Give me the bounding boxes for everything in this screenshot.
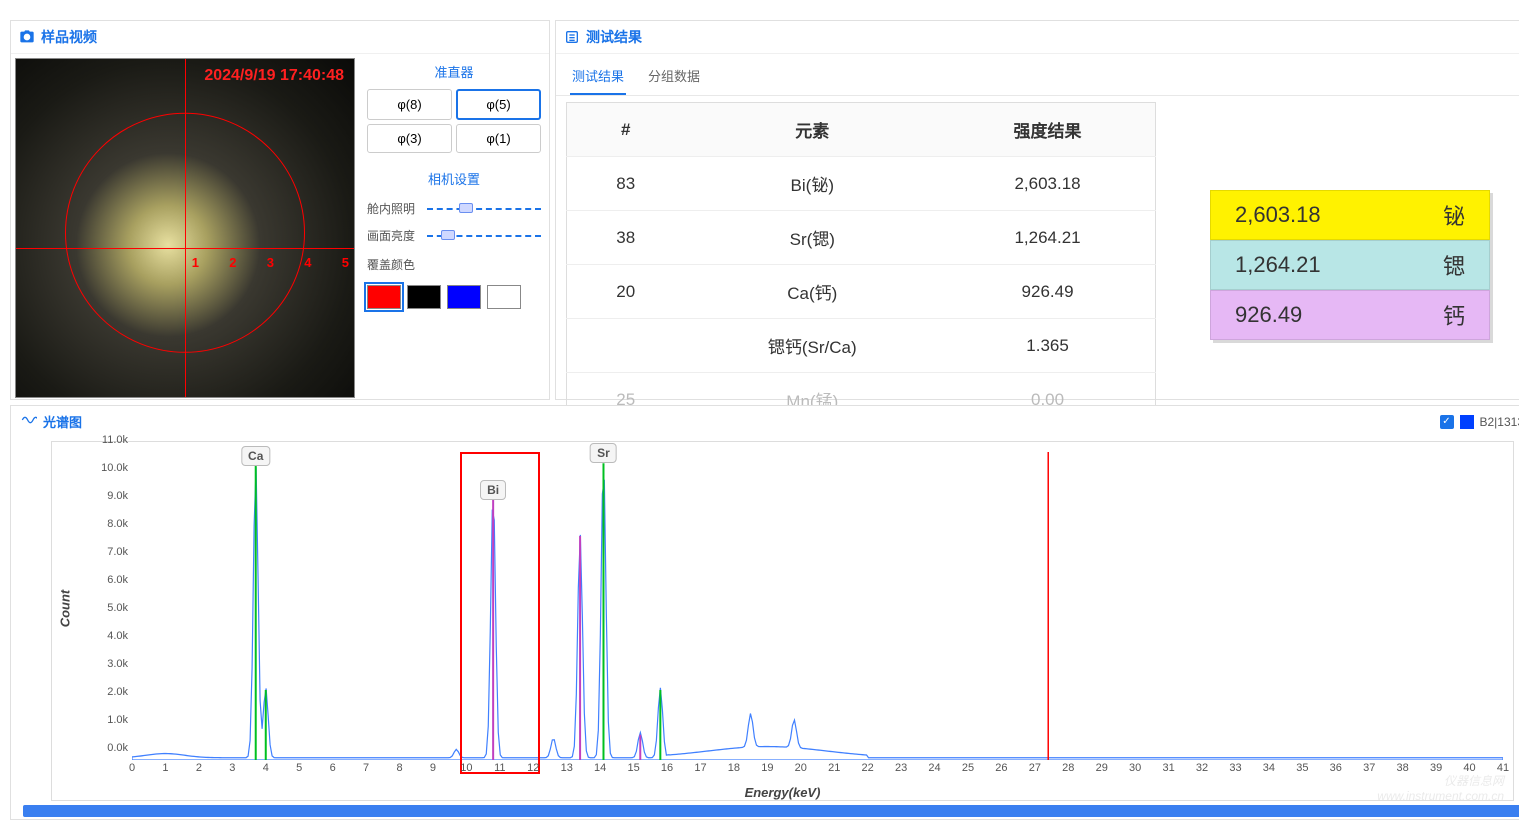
video-timestamp: 2024/9/19 17:40:48 — [204, 67, 344, 85]
test-results-title: 测试结果 — [586, 27, 642, 47]
collimator-button[interactable]: φ(1) — [456, 124, 541, 153]
spectrum-title: 光谱图 — [43, 412, 82, 431]
slider-illumination-label: 舱内照明 — [367, 200, 421, 217]
spectrum-legend: ✓ B2|1313 — [1440, 415, 1519, 429]
collimator-button[interactable]: φ(3) — [367, 124, 452, 153]
summary-row: 2,603.18 铋 — [1210, 190, 1490, 240]
table-cell: 锶钙(Sr/Ca) — [684, 319, 940, 373]
slider-illumination: 舱内照明 — [367, 200, 541, 217]
slider-brightness-track[interactable] — [427, 235, 541, 237]
peak-label: Ca — [241, 446, 270, 466]
summary-row: 926.49 钙 — [1210, 290, 1490, 340]
crosshair-circle — [65, 113, 305, 353]
slider-brightness-label: 画面亮度 — [367, 227, 421, 244]
x-axis: 0123456789101112131415161718192021222324… — [132, 762, 1503, 782]
color-row — [367, 285, 541, 309]
summary-label: 锶 — [1443, 249, 1465, 281]
color-swatch[interactable] — [407, 285, 441, 309]
spectrum-panel: 光谱图 ✓ B2|1313 Count 0.0k1.0k2.0k3.0k4.0k… — [10, 405, 1519, 820]
results-tabs: 测试结果分组数据 — [556, 54, 1519, 96]
ruler-marks: 12345 — [192, 255, 349, 270]
spectrum-scrollbar[interactable] — [23, 805, 1519, 817]
camera-settings-label: 相机设置 — [367, 169, 541, 188]
spectrum-svg — [132, 452, 1503, 760]
spectrum-scrollbar-thumb[interactable] — [23, 805, 1519, 817]
slider-thumb[interactable] — [459, 203, 473, 213]
summary-value: 926.49 — [1235, 302, 1302, 328]
table-cell: Sr(锶) — [684, 211, 940, 265]
table-row[interactable]: 38Sr(锶)1,264.21 — [567, 211, 1156, 265]
summary-blocks: 2,603.18 铋 1,264.21 锶 926.49 钙 — [1166, 96, 1519, 433]
legend-checkbox[interactable]: ✓ — [1440, 415, 1454, 429]
y-axis: 0.0k1.0k2.0k3.0k4.0k5.0k6.0k7.0k8.0k9.0k… — [82, 452, 132, 760]
sample-video-title: 样品视频 — [41, 27, 97, 47]
list-icon — [564, 29, 580, 45]
table-cell: 38 — [567, 211, 685, 265]
summary-label: 铋 — [1443, 199, 1465, 231]
results-table: #元素强度结果 83Bi(铋)2,603.1838Sr(锶)1,264.2120… — [566, 102, 1156, 427]
slider-illumination-track[interactable] — [427, 208, 541, 210]
peak-label: Sr — [590, 443, 617, 463]
slider-brightness: 画面亮度 — [367, 227, 541, 244]
color-swatch[interactable] — [447, 285, 481, 309]
summary-value: 2,603.18 — [1235, 202, 1321, 228]
summary-row: 1,264.21 锶 — [1210, 240, 1490, 290]
summary-value: 1,264.21 — [1235, 252, 1321, 278]
color-swatch[interactable] — [487, 285, 521, 309]
wave-icon — [21, 412, 37, 431]
table-row[interactable]: 20Ca(钙)926.49 — [567, 265, 1156, 319]
collimator-grid: φ(8)φ(5)φ(3)φ(1) — [367, 89, 541, 153]
legend-color-icon — [1460, 415, 1474, 429]
chart-area[interactable]: Count 0.0k1.0k2.0k3.0k4.0k5.0k6.0k7.0k8.… — [51, 441, 1514, 801]
table-cell: 926.49 — [940, 265, 1155, 319]
test-results-header: 测试结果 — [556, 21, 1519, 54]
test-results-panel: 测试结果 测试结果分组数据 #元素强度结果 83Bi(铋)2,603.1838S… — [555, 20, 1519, 400]
x-axis-label: Energy(keV) — [745, 785, 821, 800]
sample-video-panel: 样品视频 2024/9/19 17:40:48 12345 准直器 φ(8)φ(… — [10, 20, 550, 400]
table-row[interactable]: 锶钙(Sr/Ca)1.365 — [567, 319, 1156, 373]
camera-icon — [19, 29, 35, 45]
table-header: # — [567, 103, 685, 157]
slider-thumb[interactable] — [441, 230, 455, 240]
table-cell: 1,264.21 — [940, 211, 1155, 265]
plot[interactable]: CaBiSr — [132, 452, 1503, 760]
video-frame[interactable]: 2024/9/19 17:40:48 12345 — [15, 58, 355, 398]
sample-video-header: 样品视频 — [11, 21, 549, 54]
table-cell: 1.365 — [940, 319, 1155, 373]
table-cell: 2,603.18 — [940, 157, 1155, 211]
table-cell — [567, 319, 685, 373]
y-axis-label: Count — [57, 590, 72, 628]
table-cell: Bi(铋) — [684, 157, 940, 211]
table-cell: Ca(钙) — [684, 265, 940, 319]
table-cell: 20 — [567, 265, 685, 319]
highlight-box — [460, 452, 540, 774]
summary-label: 钙 — [1443, 299, 1465, 331]
color-swatch[interactable] — [367, 285, 401, 309]
overlay-color-label: 覆盖颜色 — [367, 256, 541, 273]
tab[interactable]: 测试结果 — [570, 58, 626, 95]
collimator-button[interactable]: φ(8) — [367, 89, 452, 120]
table-header: 元素 — [684, 103, 940, 157]
table-header: 强度结果 — [940, 103, 1155, 157]
table-row[interactable]: 83Bi(铋)2,603.18 — [567, 157, 1156, 211]
table-cell: 83 — [567, 157, 685, 211]
controls-column: 准直器 φ(8)φ(5)φ(3)φ(1) 相机设置 舱内照明 画面亮度 覆盖颜色 — [363, 58, 545, 398]
legend-label: B2|1313 — [1480, 415, 1519, 429]
collimator-label: 准直器 — [367, 62, 541, 81]
tab[interactable]: 分组数据 — [646, 58, 702, 95]
collimator-button[interactable]: φ(5) — [456, 89, 541, 120]
